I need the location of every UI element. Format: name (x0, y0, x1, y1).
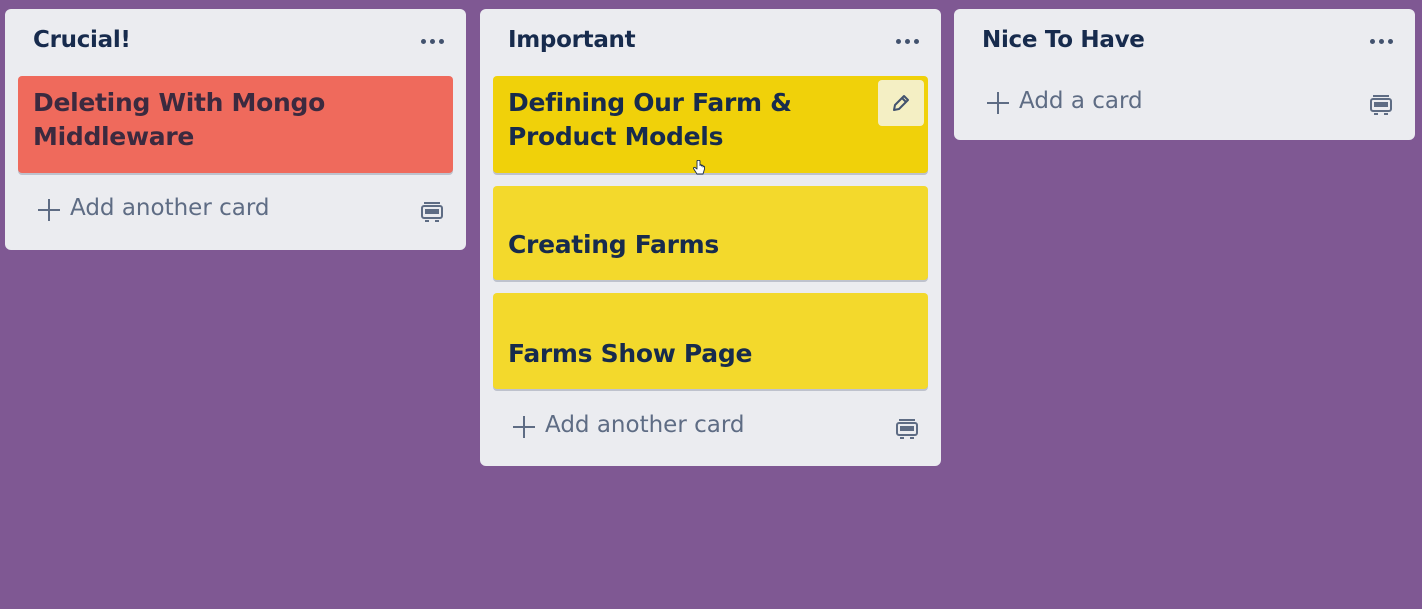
add-card-button[interactable]: Add another card (18, 185, 453, 237)
list-title[interactable]: Crucial! (33, 27, 131, 53)
add-card-label: Add another card (545, 412, 745, 438)
card[interactable]: Deleting With Mongo Middleware (18, 76, 453, 173)
edit-card-button[interactable] (878, 80, 924, 126)
card-title: Farms Show Page (508, 339, 753, 368)
add-card-label: Add another card (70, 195, 270, 221)
add-card-button[interactable]: Add a card (967, 78, 1402, 130)
card[interactable]: Creating Farms (493, 186, 928, 280)
card[interactable]: Farms Show Page (493, 293, 928, 389)
list-header[interactable]: Important (480, 9, 941, 75)
plus-icon (987, 92, 1009, 114)
card[interactable]: Defining Our Farm & Product Models (493, 76, 928, 173)
list-menu-icon[interactable] (889, 29, 925, 53)
list-title[interactable]: Important (508, 27, 636, 53)
add-card-button[interactable]: Add another card (493, 402, 928, 454)
list-crucial: Crucial! Deleting With Mongo Middleware … (5, 9, 466, 250)
card-title: Defining Our Farm & Product Models (508, 88, 792, 151)
list-important: Important Defining Our Farm & Product Mo… (480, 9, 941, 466)
card-title: Deleting With Mongo Middleware (33, 88, 325, 151)
list-nice-to-have: Nice To Have Add a card (954, 9, 1415, 140)
card-title: Creating Farms (508, 230, 719, 259)
plus-icon (38, 199, 60, 221)
list-menu-icon[interactable] (414, 29, 450, 53)
pencil-icon (893, 95, 909, 111)
list-title[interactable]: Nice To Have (982, 27, 1145, 53)
hand-cursor-icon (693, 160, 705, 175)
add-card-label: Add a card (1019, 88, 1143, 114)
card-template-icon[interactable] (1368, 91, 1394, 117)
list-header[interactable]: Crucial! (5, 9, 466, 75)
card-template-icon[interactable] (894, 415, 920, 441)
list-menu-icon[interactable] (1363, 29, 1399, 53)
list-header[interactable]: Nice To Have (954, 9, 1415, 75)
plus-icon (513, 416, 535, 438)
card-template-icon[interactable] (419, 198, 445, 224)
